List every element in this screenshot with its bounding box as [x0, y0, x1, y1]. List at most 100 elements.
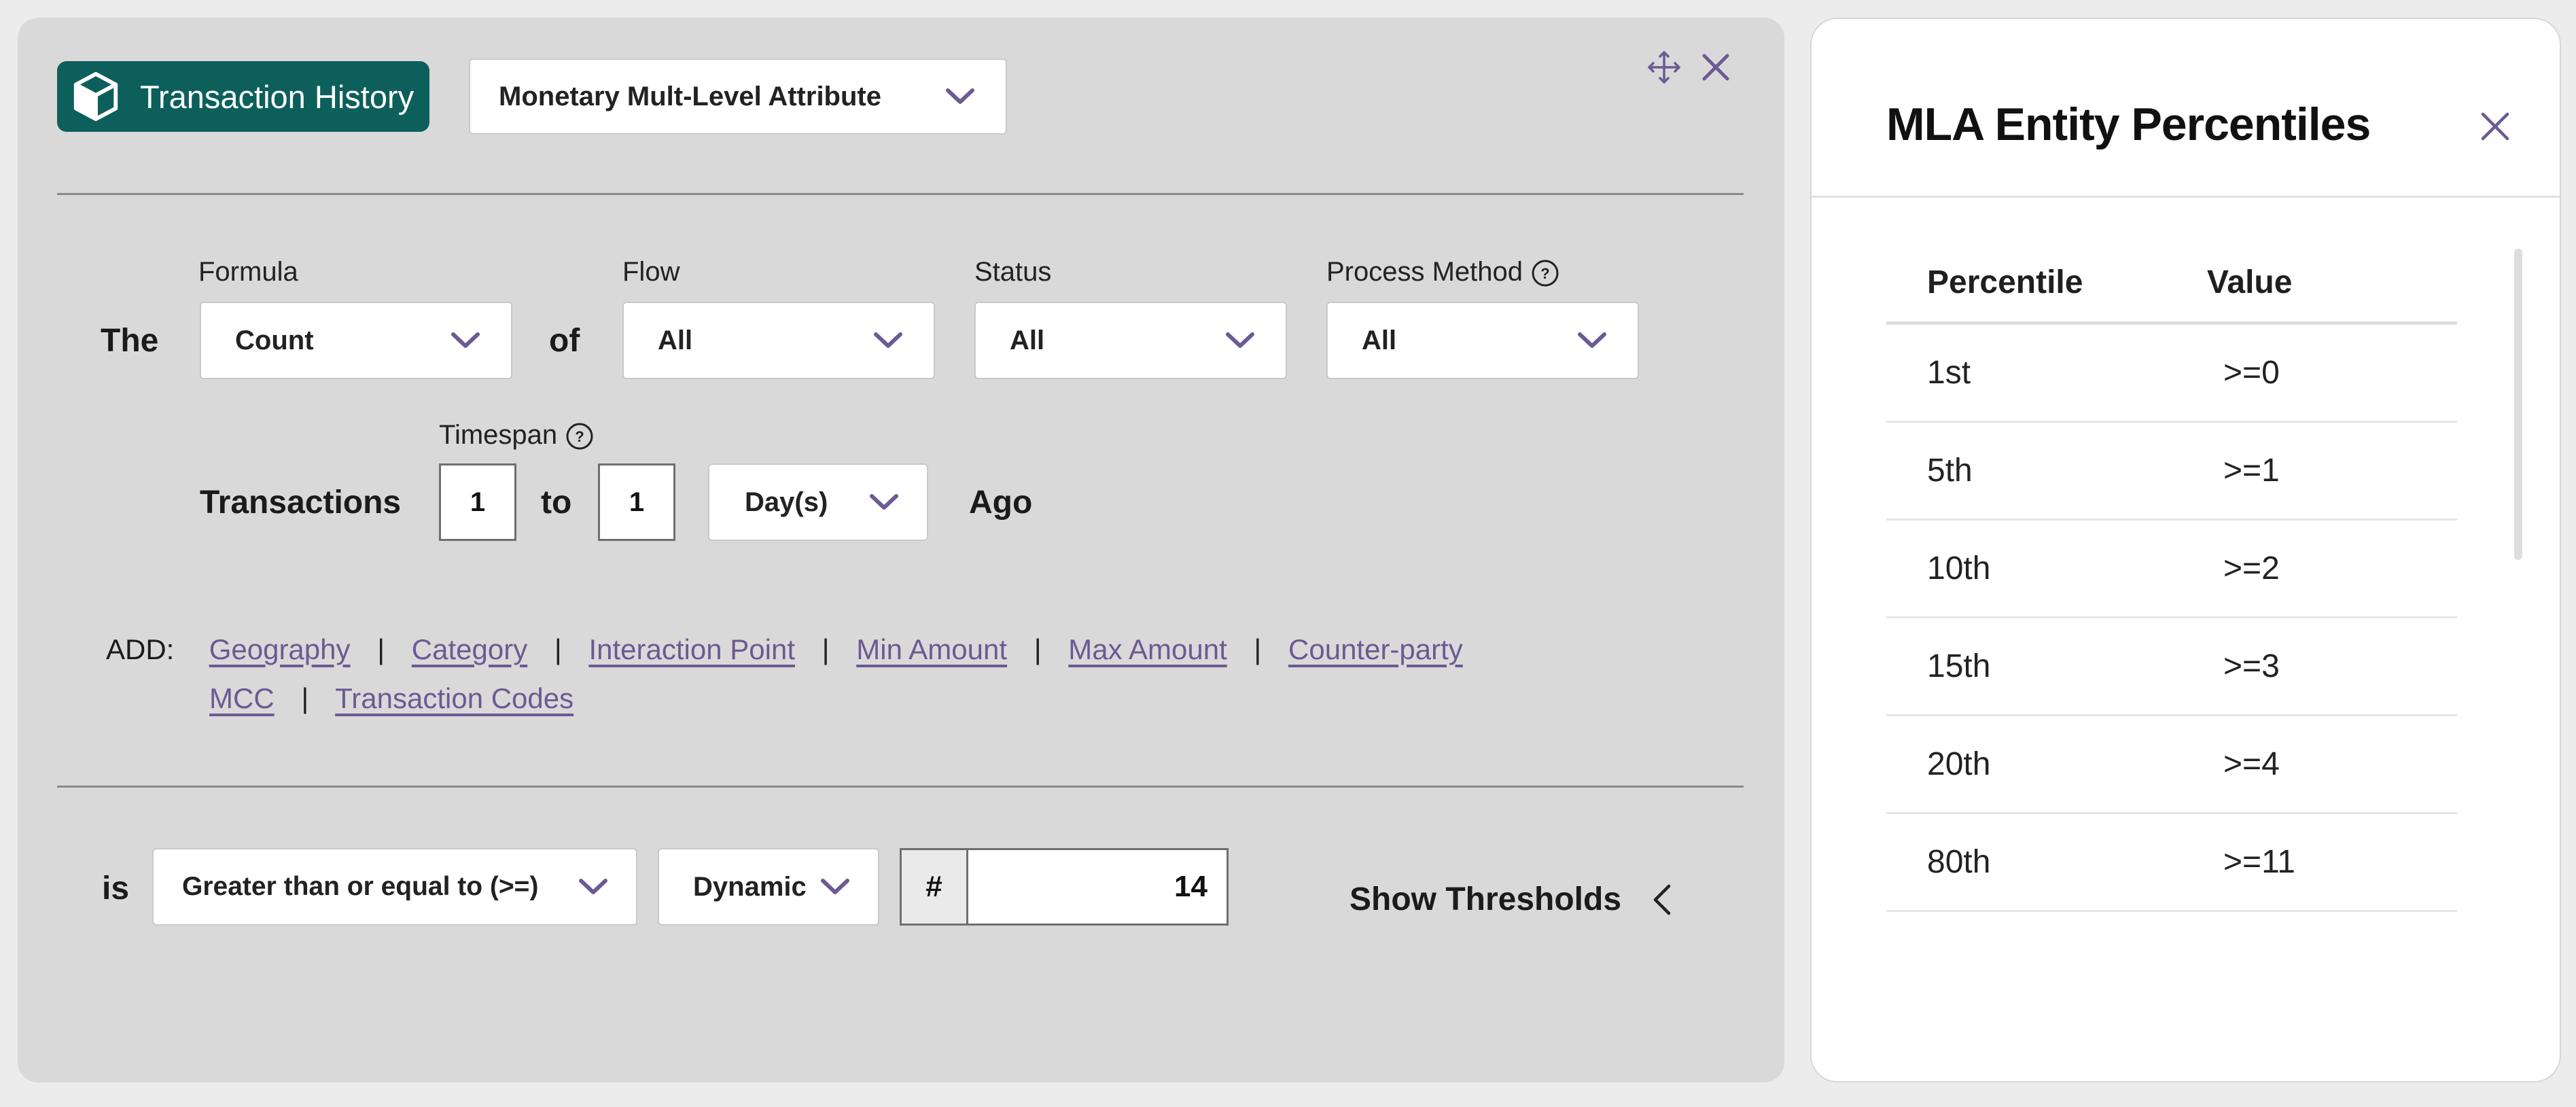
divider: [1812, 196, 2560, 198]
chevron-down-icon: [579, 879, 607, 894]
attribute-type-select[interactable]: Monetary Mult-Level Attribute: [469, 58, 1007, 135]
help-icon[interactable]: ?: [1531, 259, 1559, 287]
hash-prefix: #: [902, 850, 968, 924]
table-row: 1st >=0: [1886, 325, 2457, 423]
add-links-line-1: ADD: Geography | Category | Interaction …: [106, 633, 1463, 666]
scrollbar[interactable]: [2514, 249, 2522, 560]
chevron-left-icon: [1653, 884, 1671, 915]
cube-icon: [73, 71, 118, 122]
operator-value: Greater than or equal to (>=): [182, 872, 539, 901]
separator: |: [822, 633, 830, 665]
percentiles-title: MLA Entity Percentiles: [1886, 99, 2371, 150]
value-cell: >=3: [2223, 648, 2280, 684]
status-value: All: [1010, 325, 1045, 355]
timespan-from-input[interactable]: 1: [439, 463, 516, 541]
threshold-mode-value: Dynamic: [693, 871, 807, 902]
table-row: 5th >=1: [1886, 423, 2457, 521]
word-ago: Ago: [969, 485, 1033, 521]
panel-tools: [1646, 49, 1734, 86]
timespan-unit-value: Day(s): [745, 487, 828, 517]
separator: |: [377, 633, 385, 665]
process-method-select[interactable]: All: [1326, 302, 1639, 379]
add-category-link[interactable]: Category: [412, 633, 527, 665]
threshold-mode-select[interactable]: Dynamic: [658, 848, 879, 926]
percentile-cell: 15th: [1927, 648, 1991, 684]
threshold-value-input[interactable]: 14: [968, 850, 1227, 924]
add-interaction-point-link[interactable]: Interaction Point: [588, 633, 795, 665]
word-of: of: [549, 323, 580, 359]
value-cell: >=4: [2223, 746, 2280, 782]
timespan-label-text: Timespan: [439, 420, 558, 450]
status-select[interactable]: All: [974, 302, 1287, 379]
formula-select[interactable]: Count: [200, 302, 512, 379]
percentile-cell: 20th: [1927, 746, 1991, 782]
flow-label: Flow: [622, 257, 680, 287]
chevron-down-icon: [821, 879, 849, 894]
attribute-editor-panel: Transaction History Monetary Mult-Level …: [18, 18, 1784, 1083]
value-cell: >=1: [2223, 453, 2280, 489]
value-cell: >=0: [2223, 355, 2280, 391]
separator: |: [554, 633, 562, 665]
help-icon[interactable]: ?: [565, 422, 594, 451]
chevron-down-icon: [946, 88, 974, 104]
percentile-cell: 1st: [1927, 355, 1971, 391]
attribute-type-value: Monetary Mult-Level Attribute: [499, 81, 881, 111]
table-row: 80th >=11: [1886, 814, 2457, 912]
chevron-down-icon: [1578, 332, 1606, 348]
table-row: 10th >=2: [1886, 521, 2457, 618]
flow-value: All: [658, 325, 693, 355]
separator: |: [1034, 633, 1042, 665]
chevron-down-icon: [870, 494, 898, 510]
timespan-unit-select[interactable]: Day(s): [708, 463, 928, 541]
percentile-cell: 80th: [1927, 844, 1991, 880]
timespan-label: Timespan?: [439, 420, 594, 451]
word-is: is: [102, 871, 130, 907]
word-to: to: [541, 485, 572, 521]
table-row: 15th >=3: [1886, 618, 2457, 716]
lead-word-the: The: [101, 323, 159, 359]
show-thresholds-toggle[interactable]: Show Thresholds: [1349, 881, 1676, 918]
add-counter-party-link[interactable]: Counter-party: [1288, 633, 1463, 665]
add-filters: ADD: Geography | Category | Interaction …: [106, 633, 1463, 714]
add-min-amount-link[interactable]: Min Amount: [856, 633, 1007, 665]
divider: [57, 193, 1744, 195]
add-transaction-codes-link[interactable]: Transaction Codes: [335, 682, 574, 714]
separator: |: [1254, 633, 1262, 665]
flow-select[interactable]: All: [622, 302, 935, 379]
add-geography-link[interactable]: Geography: [209, 633, 351, 665]
brand-label: Transaction History: [140, 78, 414, 115]
value-cell: >=11: [2223, 844, 2295, 880]
process-method-label-text: Process Method: [1326, 257, 1523, 287]
add-links-line-2: MCC | Transaction Codes: [209, 682, 574, 715]
svg-text:?: ?: [575, 428, 584, 445]
table-header: Percentile Value: [1886, 243, 2457, 325]
app-root: Transaction History Monetary Mult-Level …: [0, 0, 2576, 1107]
value-cell: >=2: [2223, 550, 2280, 586]
svg-text:?: ?: [1540, 265, 1549, 282]
table-row: 20th >=4: [1886, 716, 2457, 814]
formula-label: Formula: [198, 257, 298, 287]
process-method-value: All: [1362, 325, 1397, 355]
close-icon[interactable]: [1697, 49, 1734, 86]
divider: [57, 786, 1744, 788]
percentiles-table: Percentile Value 1st >=0 5th >=1 10th >=…: [1886, 243, 2457, 912]
chevron-down-icon: [451, 332, 480, 348]
add-max-amount-link[interactable]: Max Amount: [1068, 633, 1227, 665]
chevron-down-icon: [874, 332, 902, 348]
status-label: Status: [974, 257, 1052, 287]
transaction-history-badge: Transaction History: [57, 61, 429, 132]
process-method-label: Process Method?: [1326, 257, 1559, 287]
add-label: ADD:: [106, 633, 175, 665]
column-header-percentile: Percentile: [1927, 264, 2083, 300]
timespan-to-input[interactable]: 1: [598, 463, 675, 541]
column-header-value: Value: [2207, 264, 2293, 300]
percentile-cell: 5th: [1927, 453, 1973, 489]
chevron-down-icon: [1226, 332, 1254, 348]
threshold-value-field[interactable]: # 14: [900, 848, 1229, 926]
operator-select[interactable]: Greater than or equal to (>=): [152, 848, 637, 926]
add-mcc-link[interactable]: MCC: [209, 682, 275, 714]
close-icon[interactable]: [2476, 107, 2514, 145]
show-thresholds-label: Show Thresholds: [1349, 881, 1622, 917]
percentile-cell: 10th: [1927, 550, 1991, 586]
move-icon[interactable]: [1646, 49, 1682, 86]
